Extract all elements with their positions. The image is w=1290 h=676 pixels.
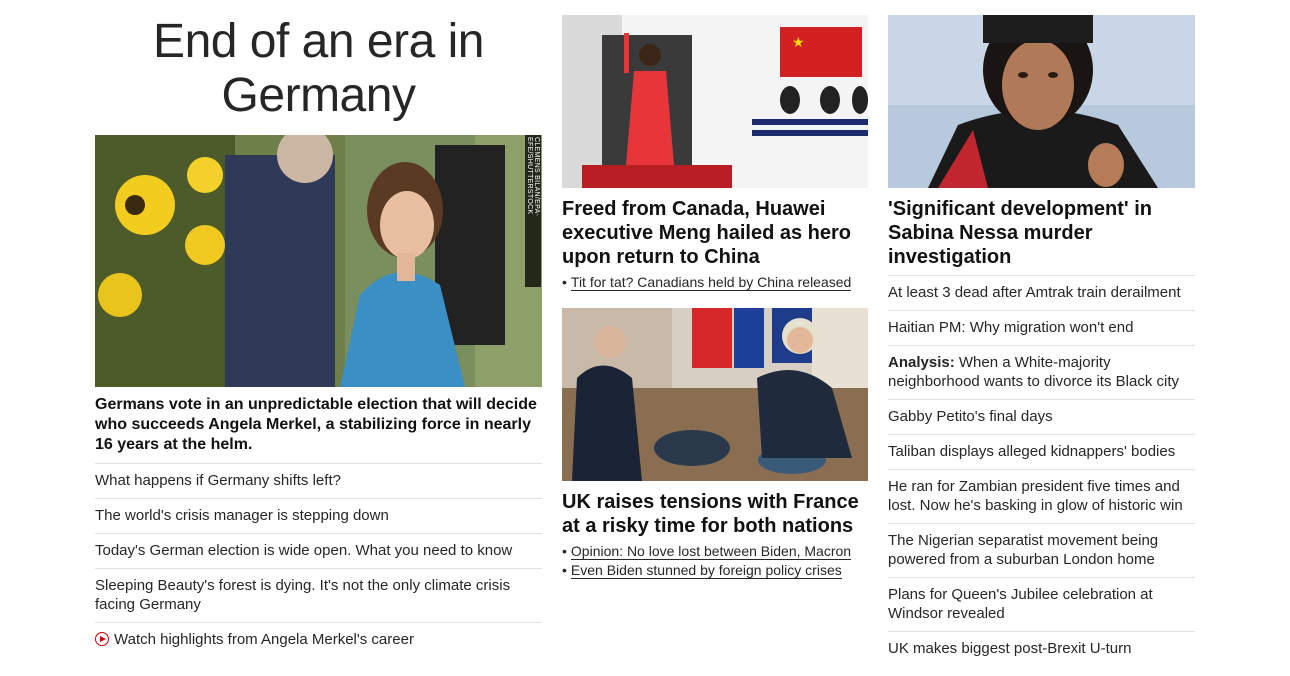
middle-column: ★ Freed from Canada, Huawei executive Me… <box>562 15 868 580</box>
uk-france-story-image[interactable] <box>562 308 868 481</box>
uk-france-story-title[interactable]: UK raises tensions with France at a risk… <box>562 490 868 538</box>
list-item[interactable]: Plans for Queen's Jubilee celebration at… <box>888 577 1195 631</box>
sabina-story-image[interactable] <box>888 15 1195 188</box>
bullet-link[interactable]: • Tit for tat? Canadians held by China re… <box>562 273 868 292</box>
list-item[interactable]: Sleeping Beauty's forest is dying. It's … <box>95 568 542 622</box>
sabina-story-title[interactable]: 'Significant development' in Sabina Ness… <box>888 197 1195 269</box>
meng-story-image[interactable]: ★ <box>562 15 868 188</box>
uk-france-story-bullets: • Opinion: No love lost between Biden, Ma… <box>562 542 868 580</box>
bullet-link[interactable]: • Opinion: No love lost between Biden, Ma… <box>562 542 868 561</box>
list-item[interactable]: Gabby Petito's final days <box>888 399 1195 434</box>
list-item[interactable]: UK makes biggest post-Brexit U-turn <box>888 631 1195 666</box>
list-item[interactable]: Analysis: When a White-majority neighbor… <box>888 345 1195 399</box>
main-story-column: End of an era in Germany CLEMENS BILAN/E… <box>95 15 542 657</box>
main-related-links: What happens if Germany shifts left? The… <box>95 463 542 657</box>
bullet-link[interactable]: • Even Biden stunned by foreign policy cr… <box>562 561 868 580</box>
video-link[interactable]: Watch highlights from Angela Merkel's ca… <box>95 622 542 657</box>
list-item[interactable]: Taliban displays alleged kidnappers' bod… <box>888 434 1195 469</box>
list-item[interactable]: He ran for Zambian president five times … <box>888 469 1195 523</box>
right-links: At least 3 dead after Amtrak train derai… <box>888 275 1195 666</box>
meng-story-bullets: • Tit for tat? Canadians held by China re… <box>562 273 868 292</box>
play-icon <box>95 632 109 646</box>
list-item[interactable]: Haitian PM: Why migration won't end <box>888 310 1195 345</box>
list-item[interactable]: Today's German election is wide open. Wh… <box>95 533 542 568</box>
bullet-link-label: Tit for tat? Canadians held by China rel… <box>570 274 852 291</box>
video-link-label: Watch highlights from Angela Merkel's ca… <box>114 631 414 648</box>
meng-story-title[interactable]: Freed from Canada, Huawei executive Meng… <box>562 197 868 269</box>
lead-text[interactable]: Germans vote in an unpredictable electio… <box>95 395 542 455</box>
bullet-link-label: Even Biden stunned by foreign policy cri… <box>570 562 842 579</box>
main-headline[interactable]: End of an era in Germany <box>95 15 542 123</box>
list-item[interactable]: What happens if Germany shifts left? <box>95 463 542 498</box>
main-story-image[interactable]: CLEMENS BILAN/EPA-EFE/SHUTTERSTOCK <box>95 135 542 387</box>
analysis-label: Analysis: <box>888 354 955 371</box>
bullet-link-label: Opinion: No love lost between Biden, Mac… <box>570 543 852 560</box>
photo-credit: CLEMENS BILAN/EPA-EFE/SHUTTERSTOCK <box>525 135 541 287</box>
list-item[interactable]: The Nigerian separatist movement being p… <box>888 523 1195 577</box>
right-column: 'Significant development' in Sabina Ness… <box>888 15 1195 666</box>
svg-text:★: ★ <box>792 34 805 50</box>
list-item[interactable]: The world's crisis manager is stepping d… <box>95 498 542 533</box>
list-item[interactable]: At least 3 dead after Amtrak train derai… <box>888 275 1195 310</box>
